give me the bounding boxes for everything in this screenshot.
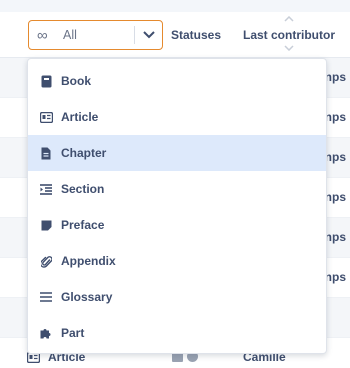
menu-option-preface[interactable]: Preface bbox=[28, 207, 326, 243]
page: ∞ All Statuses Last contributor nps nps … bbox=[0, 0, 350, 368]
menu-option-section[interactable]: Section bbox=[28, 171, 326, 207]
menu-option-glossary[interactable]: Glossary bbox=[28, 279, 326, 315]
row-trail-text: nps bbox=[324, 190, 346, 204]
menu-option-label: Section bbox=[61, 182, 105, 196]
top-band bbox=[0, 0, 350, 12]
article-icon bbox=[39, 110, 53, 124]
row-trail-text: nps bbox=[324, 230, 346, 244]
paperclip-icon bbox=[39, 254, 53, 268]
row-trail-text: nps bbox=[324, 70, 346, 84]
menu-option-part[interactable]: Part bbox=[28, 315, 326, 351]
filter-value: All bbox=[63, 28, 77, 42]
sort-up-icon[interactable] bbox=[284, 16, 294, 22]
infinity-icon: ∞ bbox=[37, 26, 48, 44]
chevron-down-icon[interactable] bbox=[134, 26, 162, 44]
menu-option-label: Part bbox=[61, 326, 85, 340]
menu-option-label: Preface bbox=[61, 218, 105, 232]
menu-option-label: Article bbox=[61, 110, 99, 124]
menu-option-label: Chapter bbox=[61, 146, 107, 160]
menu-option-appendix[interactable]: Appendix bbox=[28, 243, 326, 279]
menu-option-article[interactable]: Article bbox=[28, 99, 326, 135]
sort-down-icon[interactable] bbox=[284, 45, 294, 51]
column-last-contributor[interactable]: Last contributor bbox=[243, 28, 335, 42]
row-trail-text: nps bbox=[324, 150, 346, 164]
menu-option-label: Appendix bbox=[61, 254, 116, 268]
menu-option-label: Glossary bbox=[61, 290, 113, 304]
book-icon bbox=[39, 74, 53, 88]
puzzle-icon bbox=[39, 326, 53, 340]
table-header: ∞ All Statuses Last contributor bbox=[0, 0, 350, 58]
type-filter-select[interactable]: ∞ All bbox=[28, 20, 163, 50]
glossary-icon bbox=[39, 290, 53, 304]
menu-option-label: Book bbox=[61, 74, 91, 88]
row-trail-text: nps bbox=[324, 270, 346, 284]
menu-option-chapter[interactable]: Chapter bbox=[28, 135, 326, 171]
chapter-icon bbox=[39, 146, 53, 160]
row-trail-text: nps bbox=[324, 110, 346, 124]
menu-option-book[interactable]: Book bbox=[28, 63, 326, 99]
preface-icon bbox=[39, 218, 53, 232]
section-icon bbox=[39, 182, 53, 196]
type-filter-dropdown: Book Article Chapter Section Preface App… bbox=[27, 58, 327, 354]
column-statuses[interactable]: Statuses bbox=[171, 28, 221, 42]
